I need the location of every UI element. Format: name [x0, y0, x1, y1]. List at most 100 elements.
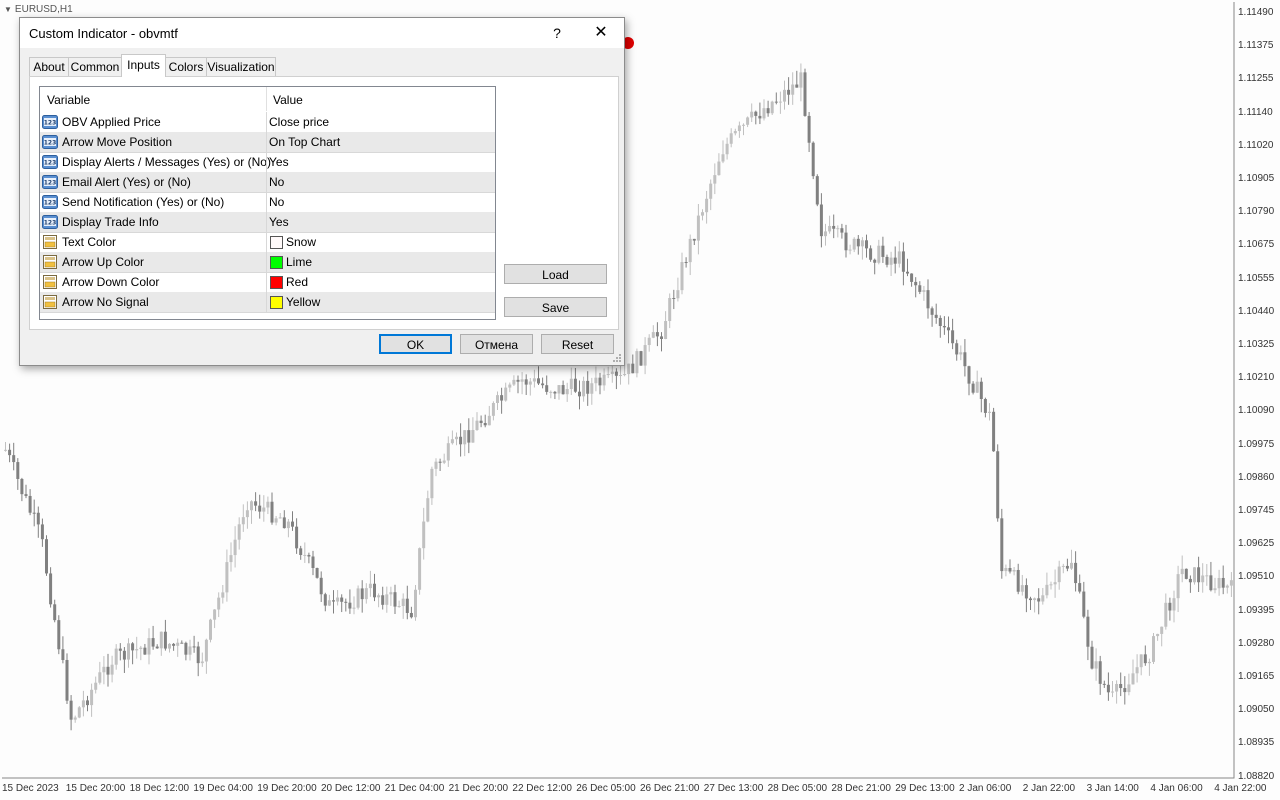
input-value[interactable]: Red — [286, 275, 308, 289]
candle-body — [299, 548, 303, 556]
help-button[interactable]: ? — [546, 21, 568, 45]
candle-body — [467, 430, 471, 443]
candle-body — [323, 594, 327, 606]
save-button[interactable]: Save — [504, 297, 607, 317]
candle-body — [627, 363, 631, 375]
svg-text:123: 123 — [44, 120, 57, 127]
candle-body — [303, 554, 307, 556]
candle-body — [250, 501, 253, 511]
candle-body — [315, 568, 319, 578]
input-value[interactable]: Lime — [286, 255, 312, 269]
svg-text:123: 123 — [44, 180, 57, 187]
svg-text:123: 123 — [44, 160, 57, 167]
tab-about[interactable]: About — [29, 57, 69, 76]
input-name: Arrow Down Color — [62, 275, 160, 289]
candle-body — [40, 524, 44, 540]
time-tick-label: 19 Dec 20:00 — [257, 783, 317, 794]
tab-common[interactable]: Common — [68, 57, 122, 76]
dialog-titlebar[interactable]: Custom Indicator - obvmtf ? ✕ — [20, 18, 624, 48]
close-button[interactable]: ✕ — [588, 21, 614, 45]
input-row[interactable]: Arrow Up Color Lime — [40, 252, 495, 273]
candle-body — [746, 117, 750, 125]
input-row[interactable]: 123 Display Alerts / Messages (Yes) or (N… — [40, 152, 495, 173]
input-row[interactable]: 123 Display Trade Info Yes — [40, 212, 495, 233]
input-row[interactable]: 123 Send Notification (Yes) or (No) No — [40, 192, 495, 213]
input-row[interactable]: Arrow No Signal Yellow — [40, 292, 495, 313]
input-row[interactable]: 123 Arrow Move Position On Top Chart — [40, 132, 495, 153]
inputs-panel: Variable Value 123 OBV Applied Price Close… — [29, 76, 619, 330]
candle-body — [1041, 595, 1045, 602]
input-value[interactable]: Yes — [269, 155, 289, 169]
candle-body — [914, 281, 918, 286]
candle-body — [36, 512, 40, 525]
candle-body — [565, 388, 569, 395]
candle-body — [143, 647, 147, 655]
input-value[interactable]: No — [269, 175, 284, 189]
tab-inputs[interactable]: Inputs — [121, 54, 166, 77]
tab-visualization[interactable]: Visualization — [206, 57, 276, 76]
candle-body — [373, 583, 376, 598]
dropdown-triangle-icon[interactable]: ▼ — [4, 5, 12, 14]
candle-body — [783, 89, 786, 102]
candle-body — [676, 290, 680, 299]
tab-colors[interactable]: Colors — [165, 57, 207, 76]
candle-body — [389, 592, 393, 595]
input-row[interactable]: Text Color Snow — [40, 232, 495, 253]
candle-body — [692, 238, 696, 241]
candle-body — [1131, 673, 1135, 685]
candle-body — [799, 72, 803, 88]
candle-body — [73, 717, 77, 720]
ok-button[interactable]: OK — [379, 334, 452, 354]
candle-body — [213, 609, 217, 620]
candle-body — [20, 478, 24, 495]
column-header-variable[interactable]: Variable — [47, 93, 90, 107]
input-name: Send Notification (Yes) or (No) — [62, 195, 225, 209]
candle-body — [270, 501, 274, 523]
candle-body — [942, 325, 946, 328]
load-button[interactable]: Load — [504, 264, 607, 284]
input-value[interactable]: Snow — [286, 235, 316, 249]
candle-body — [258, 505, 262, 512]
candle-body — [245, 510, 249, 518]
candle-body — [758, 115, 762, 119]
column-header-value[interactable]: Value — [273, 93, 303, 107]
candle-body — [557, 385, 561, 394]
input-row[interactable]: 123 Email Alert (Yes) or (No) No — [40, 172, 495, 193]
input-row[interactable]: Arrow Down Color Red — [40, 272, 495, 293]
candle-body — [860, 240, 864, 247]
candle-body — [131, 643, 135, 651]
candle-body — [414, 589, 417, 618]
candle-body — [655, 332, 659, 337]
candle-body — [582, 380, 586, 397]
resize-grip-icon[interactable] — [612, 353, 622, 363]
input-row[interactable]: 123 OBV Applied Price Close price — [40, 112, 495, 133]
input-value[interactable]: Close price — [269, 115, 329, 129]
input-value[interactable]: On Top Chart — [269, 135, 340, 149]
candle-body — [1049, 584, 1053, 586]
reset-button[interactable]: Reset — [541, 334, 614, 354]
input-name: Display Trade Info — [62, 215, 159, 229]
candle-body — [500, 395, 504, 401]
candle-body — [733, 131, 737, 134]
candle-body — [98, 672, 102, 683]
candle-body — [680, 262, 684, 291]
column-divider — [266, 292, 267, 312]
candle-body — [282, 517, 286, 529]
input-value[interactable]: Yellow — [286, 295, 320, 309]
time-tick-label: 27 Dec 13:00 — [703, 783, 764, 794]
candle-body — [729, 133, 733, 144]
candle-body — [504, 387, 508, 401]
candle-body — [938, 317, 942, 326]
candle-body — [360, 588, 364, 600]
input-value[interactable]: Yes — [269, 215, 289, 229]
candle-body — [200, 661, 204, 664]
input-value[interactable]: No — [269, 195, 284, 209]
cancel-button[interactable]: Отмена — [460, 334, 533, 354]
inputs-table: Variable Value 123 OBV Applied Price Close… — [39, 86, 496, 320]
candle-body — [848, 249, 852, 251]
price-tick-label: 1.09860 — [1238, 471, 1275, 483]
column-divider[interactable] — [266, 87, 267, 111]
candle-body — [430, 468, 434, 499]
price-tick-label: 1.10325 — [1238, 339, 1275, 350]
price-tick-label: 1.09975 — [1238, 438, 1275, 450]
